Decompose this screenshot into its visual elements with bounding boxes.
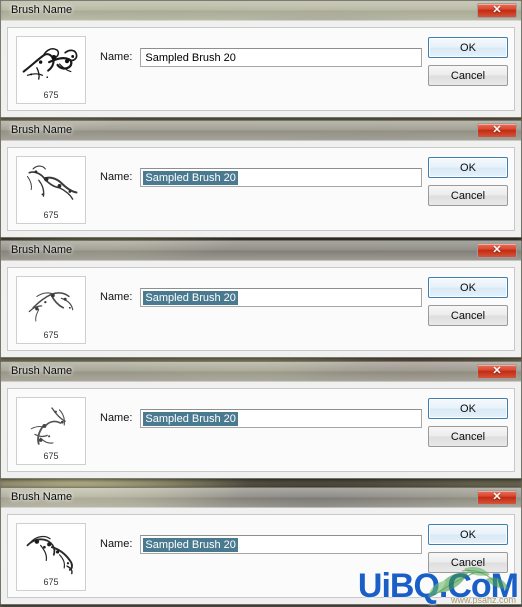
dialog-body: 675 Name: Sampled Brush 20 OK Cancel bbox=[1, 261, 521, 357]
brush-size-label: 675 bbox=[43, 451, 59, 461]
brush-stroke-icon bbox=[22, 48, 78, 80]
brush-name-dialog: Brush Name ✕ 675 Name: Sampled Brush 20 … bbox=[0, 240, 522, 358]
dialog-titlebar[interactable]: Brush Name ✕ bbox=[1, 488, 521, 508]
dialog-button-group: OK Cancel bbox=[428, 157, 508, 206]
name-label: Name: bbox=[100, 291, 133, 303]
close-icon: ✕ bbox=[492, 491, 502, 503]
cancel-button[interactable]: Cancel bbox=[428, 305, 508, 326]
brush-size-label: 675 bbox=[43, 577, 59, 587]
name-label: Name: bbox=[100, 171, 133, 183]
dialog-button-group: OK Cancel bbox=[428, 524, 508, 573]
close-button[interactable]: ✕ bbox=[477, 123, 517, 138]
dialog-titlebar[interactable]: Brush Name ✕ bbox=[1, 362, 521, 382]
brush-stroke-icon bbox=[28, 292, 74, 322]
brush-stroke-icon bbox=[30, 407, 66, 445]
close-icon: ✕ bbox=[492, 4, 502, 16]
dialog-button-group: OK Cancel bbox=[428, 37, 508, 86]
brush-name-dialog: Brush Name ✕ 675 Name: Sampled Brush 20 … bbox=[0, 0, 522, 118]
brush-stroke-icon bbox=[26, 535, 73, 575]
dialog-content-panel: 675 Name: Sampled Brush 20 OK Cancel bbox=[7, 514, 515, 598]
name-input[interactable]: Sampled Brush 20 bbox=[140, 168, 423, 187]
close-button[interactable]: ✕ bbox=[477, 364, 517, 379]
close-button[interactable]: ✕ bbox=[477, 243, 517, 258]
brush-size-label: 675 bbox=[43, 210, 59, 220]
dialog-body: 675 Name: Sampled Brush 20 OK Cancel bbox=[1, 21, 521, 117]
dialog-title: Brush Name bbox=[11, 124, 73, 136]
cancel-button[interactable]: Cancel bbox=[428, 426, 508, 447]
name-input[interactable]: Sampled Brush 20 bbox=[140, 288, 423, 307]
dialog-body: 675 Name: Sampled Brush 20 OK Cancel bbox=[1, 508, 521, 604]
dialog-title: Brush Name bbox=[11, 4, 73, 16]
name-label: Name: bbox=[100, 51, 133, 63]
name-input-value: Sampled Brush 20 bbox=[143, 411, 238, 426]
dialog-button-group: OK Cancel bbox=[428, 398, 508, 447]
name-label: Name: bbox=[100, 412, 133, 424]
close-button[interactable]: ✕ bbox=[477, 3, 517, 18]
brush-name-dialog: Brush Name ✕ 675 Name: Sampled Brush 20 … bbox=[0, 487, 522, 605]
dialog-content-panel: 675 Name: Sampled Brush 20 OK Cancel bbox=[7, 388, 515, 472]
brush-preview-thumbnail[interactable]: 675 bbox=[16, 156, 86, 224]
dialog-body: 675 Name: Sampled Brush 20 OK Cancel bbox=[1, 382, 521, 478]
close-icon: ✕ bbox=[492, 365, 502, 377]
close-button[interactable]: ✕ bbox=[477, 490, 517, 505]
close-icon: ✕ bbox=[492, 124, 502, 136]
brush-preview-thumbnail[interactable]: 675 bbox=[16, 276, 86, 344]
dialog-content-panel: 675 Name: Sampled Brush 20 OK Cancel bbox=[7, 147, 515, 231]
name-input-value: Sampled Brush 20 bbox=[145, 51, 236, 64]
name-input-value: Sampled Brush 20 bbox=[143, 290, 238, 305]
brush-preview-thumbnail[interactable]: 675 bbox=[16, 397, 86, 465]
close-icon: ✕ bbox=[492, 244, 502, 256]
cancel-button[interactable]: Cancel bbox=[428, 552, 508, 573]
brush-name-dialog: Brush Name ✕ 675 Name: Sampled Brush 20 … bbox=[0, 120, 522, 238]
dialog-content-panel: 675 Name: Sampled Brush 20 OK Cancel bbox=[7, 27, 515, 111]
dialog-content-panel: 675 Name: Sampled Brush 20 OK Cancel bbox=[7, 267, 515, 351]
cancel-button[interactable]: Cancel bbox=[428, 65, 508, 86]
name-input-value: Sampled Brush 20 bbox=[143, 537, 238, 552]
dialog-titlebar[interactable]: Brush Name ✕ bbox=[1, 121, 521, 141]
dialog-title: Brush Name bbox=[11, 365, 73, 377]
brush-size-label: 675 bbox=[43, 90, 59, 100]
name-input[interactable]: Sampled Brush 20 bbox=[140, 48, 423, 67]
dialog-title: Brush Name bbox=[11, 491, 73, 503]
dialog-title: Brush Name bbox=[11, 244, 73, 256]
ok-button[interactable]: OK bbox=[428, 37, 508, 58]
ok-button[interactable]: OK bbox=[428, 277, 508, 298]
brush-name-dialog: Brush Name ✕ 675 Name: Sampled Brush 20 … bbox=[0, 361, 522, 479]
dialog-titlebar[interactable]: Brush Name ✕ bbox=[1, 241, 521, 261]
ok-button[interactable]: OK bbox=[428, 398, 508, 419]
dialog-titlebar[interactable]: Brush Name ✕ bbox=[1, 1, 521, 21]
brush-preview-thumbnail[interactable]: 675 bbox=[16, 523, 86, 591]
dialog-stack: Brush Name ✕ 675 Name: Sampled Brush 20 … bbox=[0, 0, 522, 607]
brush-size-label: 675 bbox=[43, 330, 59, 340]
brush-preview-thumbnail[interactable]: 675 bbox=[16, 36, 86, 104]
name-input-value: Sampled Brush 20 bbox=[143, 170, 238, 185]
name-input[interactable]: Sampled Brush 20 bbox=[140, 535, 423, 554]
dialog-body: 675 Name: Sampled Brush 20 OK Cancel bbox=[1, 141, 521, 237]
ok-button[interactable]: OK bbox=[428, 524, 508, 545]
dialog-button-group: OK Cancel bbox=[428, 277, 508, 326]
brush-stroke-icon bbox=[26, 165, 78, 200]
name-label: Name: bbox=[100, 538, 133, 550]
ok-button[interactable]: OK bbox=[428, 157, 508, 178]
name-input[interactable]: Sampled Brush 20 bbox=[140, 409, 423, 428]
cancel-button[interactable]: Cancel bbox=[428, 185, 508, 206]
